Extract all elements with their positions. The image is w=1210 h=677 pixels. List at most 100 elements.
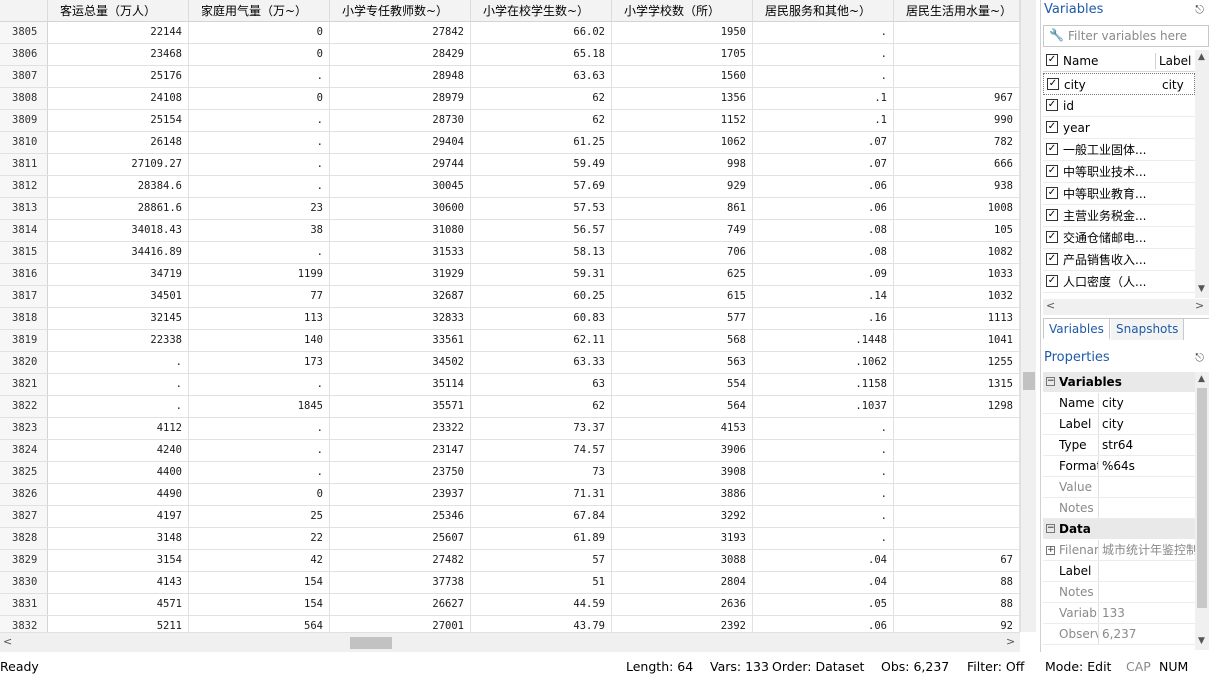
- column-header[interactable]: 小学在校学生数~）: [471, 0, 612, 21]
- pin-icon[interactable]: ⎋: [1195, 351, 1204, 365]
- table-cell[interactable]: .: [48, 396, 189, 417]
- variable-list-item[interactable]: ✓ 一般工业固体...: [1043, 139, 1195, 161]
- table-cell[interactable]: 706: [612, 242, 753, 263]
- table-cell[interactable]: 37738: [330, 572, 471, 593]
- row-number-cell[interactable]: 3831: [0, 594, 48, 615]
- table-cell[interactable]: 3292: [612, 506, 753, 527]
- filter-variables-input[interactable]: [1068, 28, 1206, 44]
- table-cell[interactable]: 3886: [612, 484, 753, 505]
- table-cell[interactable]: 625: [612, 264, 753, 285]
- variable-list-item[interactable]: ✓ 中等职业教育...: [1043, 183, 1195, 205]
- table-cell[interactable]: 3193: [612, 528, 753, 549]
- table-row[interactable]: 3827 4197 25 25346 67.84 3292.: [0, 506, 1020, 528]
- table-cell[interactable]: 3154: [48, 550, 189, 571]
- row-number-cell[interactable]: 3808: [0, 88, 48, 109]
- variable-visible-checkbox[interactable]: ✓: [1046, 231, 1058, 243]
- property-value[interactable]: 城市统计年鉴控制: [1102, 540, 1195, 560]
- table-cell[interactable]: .08: [753, 220, 894, 241]
- table-cell[interactable]: [894, 418, 1020, 439]
- row-number-cell[interactable]: 3832: [0, 616, 48, 632]
- properties-scroll-thumb[interactable]: [1197, 388, 1207, 608]
- table-cell[interactable]: .: [753, 22, 894, 43]
- table-row[interactable]: 3814 34018.43 38 31080 56.57 749.08 105: [0, 220, 1020, 242]
- table-cell[interactable]: 28730: [330, 110, 471, 131]
- table-cell[interactable]: 27482: [330, 550, 471, 571]
- properties-grid[interactable]: − Variables Name city Label city Type str64 Form…: [1043, 372, 1195, 650]
- table-cell[interactable]: .1062: [753, 352, 894, 373]
- collapse-icon[interactable]: −: [1046, 377, 1055, 386]
- row-number-cell[interactable]: 3819: [0, 330, 48, 351]
- table-cell[interactable]: 26627: [330, 594, 471, 615]
- table-cell[interactable]: 140: [189, 330, 330, 351]
- property-row[interactable]: Value: [1043, 477, 1195, 498]
- table-cell[interactable]: .: [189, 132, 330, 153]
- table-cell[interactable]: .: [753, 462, 894, 483]
- table-cell[interactable]: 26148: [48, 132, 189, 153]
- row-number-cell[interactable]: 3809: [0, 110, 48, 131]
- row-number-cell[interactable]: 3817: [0, 286, 48, 307]
- table-cell[interactable]: 62: [471, 396, 612, 417]
- data-grid[interactable]: 客运总量（万人） 家庭用气量（万~） 小学专任教师数~） 小学在校学生数~） 小学学校数…: [0, 0, 1036, 652]
- table-cell[interactable]: .: [753, 44, 894, 65]
- table-row[interactable]: 3818 32145 113 32833 60.83 577.16 1113: [0, 308, 1020, 330]
- table-cell[interactable]: .: [189, 66, 330, 87]
- table-cell[interactable]: 154: [189, 594, 330, 615]
- table-cell[interactable]: 28948: [330, 66, 471, 87]
- table-row[interactable]: 3822. 1845 35571 62 564.1037 1298: [0, 396, 1020, 418]
- properties-section-header[interactable]: − Variables: [1043, 372, 1195, 392]
- table-cell[interactable]: 998: [612, 154, 753, 175]
- property-value[interactable]: 133: [1102, 603, 1195, 623]
- property-value[interactable]: city: [1102, 414, 1195, 434]
- variable-list-item[interactable]: ✓ 产品销售收入...: [1043, 249, 1195, 271]
- column-header[interactable]: 家庭用气量（万~）: [189, 0, 330, 21]
- table-cell[interactable]: 63: [471, 374, 612, 395]
- table-cell[interactable]: 4112: [48, 418, 189, 439]
- table-cell[interactable]: 23147: [330, 440, 471, 461]
- table-cell[interactable]: 4153: [612, 418, 753, 439]
- table-cell[interactable]: 92: [894, 616, 1020, 632]
- property-value[interactable]: city: [1102, 393, 1195, 413]
- row-number-cell[interactable]: 3816: [0, 264, 48, 285]
- properties-section-header[interactable]: − Data: [1043, 519, 1195, 539]
- column-divider[interactable]: [1155, 53, 1156, 69]
- table-cell[interactable]: 5211: [48, 616, 189, 632]
- table-row[interactable]: 3810 26148. 29404 61.25 1062.07 782: [0, 132, 1020, 154]
- table-cell[interactable]: 34018.43: [48, 220, 189, 241]
- table-row[interactable]: 3813 28861.6 23 30600 57.53 861.06 1008: [0, 198, 1020, 220]
- table-cell[interactable]: 24108: [48, 88, 189, 109]
- property-value[interactable]: str64: [1102, 435, 1195, 455]
- table-row[interactable]: 3816 34719 1199 31929 59.31 625.09 1033: [0, 264, 1020, 286]
- table-cell[interactable]: 577: [612, 308, 753, 329]
- table-cell[interactable]: 66.02: [471, 22, 612, 43]
- table-cell[interactable]: 4240: [48, 440, 189, 461]
- table-cell[interactable]: 615: [612, 286, 753, 307]
- table-cell[interactable]: 25: [189, 506, 330, 527]
- table-cell[interactable]: [894, 462, 1020, 483]
- table-cell[interactable]: .1037: [753, 396, 894, 417]
- table-cell[interactable]: 749: [612, 220, 753, 241]
- variable-visible-checkbox[interactable]: ✓: [1046, 209, 1058, 221]
- table-cell[interactable]: 32833: [330, 308, 471, 329]
- property-row[interactable]: Label: [1043, 561, 1195, 582]
- table-cell[interactable]: .07: [753, 132, 894, 153]
- table-cell[interactable]: [894, 22, 1020, 43]
- table-cell[interactable]: 2392: [612, 616, 753, 632]
- table-cell[interactable]: .: [753, 484, 894, 505]
- table-cell[interactable]: 3088: [612, 550, 753, 571]
- table-cell[interactable]: 1356: [612, 88, 753, 109]
- table-cell[interactable]: 23937: [330, 484, 471, 505]
- table-cell[interactable]: 1062: [612, 132, 753, 153]
- table-row[interactable]: 3811 27109.27. 29744 59.49 998.07 666: [0, 154, 1020, 176]
- table-cell[interactable]: 25176: [48, 66, 189, 87]
- table-cell[interactable]: 29744: [330, 154, 471, 175]
- table-cell[interactable]: .06: [753, 176, 894, 197]
- table-cell[interactable]: 62: [471, 110, 612, 131]
- table-cell[interactable]: 62.11: [471, 330, 612, 351]
- table-cell[interactable]: 31929: [330, 264, 471, 285]
- collapse-icon[interactable]: −: [1046, 524, 1055, 533]
- table-cell[interactable]: 105: [894, 220, 1020, 241]
- table-cell[interactable]: .: [189, 418, 330, 439]
- table-cell[interactable]: 1315: [894, 374, 1020, 395]
- table-cell[interactable]: 61.25: [471, 132, 612, 153]
- table-cell[interactable]: 30600: [330, 198, 471, 219]
